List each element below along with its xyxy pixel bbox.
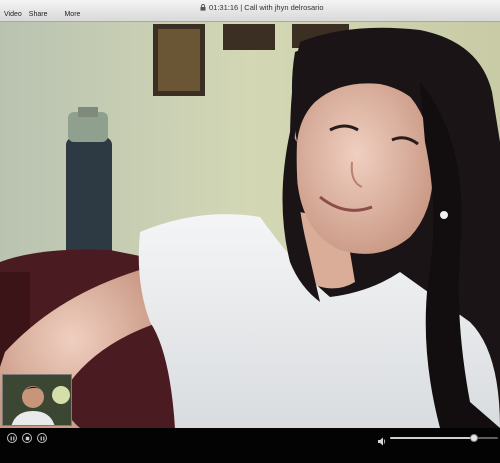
self-view-thumbnail — [2, 374, 72, 426]
menu-share[interactable]: Share — [29, 11, 48, 18]
pause-icon[interactable] — [7, 433, 17, 443]
volume-slider-fill — [390, 437, 475, 439]
window-title: 01:31:16 | Call with jhyn delrosario — [200, 3, 324, 12]
remote-video-feed — [0, 22, 500, 428]
menu-video[interactable]: Video — [4, 11, 22, 18]
title-bar: 01:31:16 | Call with jhyn delrosario Vid… — [0, 0, 500, 22]
lock-icon — [200, 4, 206, 11]
call-controls-bar — [0, 428, 500, 463]
window-title-text: 01:31:16 | Call with jhyn delrosario — [209, 3, 324, 12]
call-window: 01:31:16 | Call with jhyn delrosario Vid… — [0, 0, 500, 463]
pause-icon[interactable] — [37, 433, 47, 443]
volume-slider-knob[interactable] — [470, 434, 479, 442]
menu-bar: Video Share More — [4, 11, 80, 18]
volume-icon[interactable] — [378, 433, 386, 451]
volume-slider[interactable] — [390, 434, 498, 442]
stop-icon[interactable] — [22, 433, 32, 443]
menu-more[interactable]: More — [64, 11, 80, 18]
